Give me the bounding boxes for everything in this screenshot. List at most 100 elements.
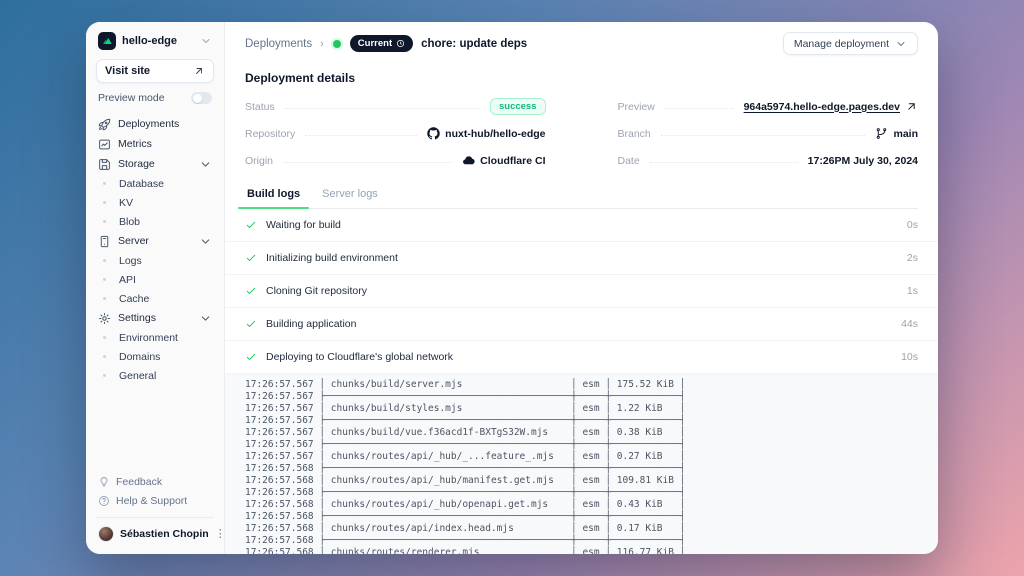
bullet-dot-icon: [103, 201, 106, 204]
status-badge: success: [490, 98, 546, 115]
check-icon: [245, 351, 257, 363]
footer-link-help-support[interactable]: Help & Support: [96, 491, 214, 510]
detail-row-repository: Repository nuxt-hub/hello-edge: [245, 120, 546, 147]
terminal-line: 17:26:57.568 │ chunks/routes/api/_hub/op…: [245, 499, 938, 511]
deployment-details-section: Deployment details Status success Previe…: [225, 63, 938, 174]
sidebar-item-deployments[interactable]: Deployments: [96, 114, 214, 134]
bullet-dot-icon: [103, 278, 106, 281]
sidebar-item-label: General: [119, 370, 156, 382]
terminal-line: 17:26:57.567 ├──────────────────────────…: [245, 415, 938, 427]
preview-mode-row: Preview mode: [96, 83, 214, 111]
date-value: 17:26PM July 30, 2024: [808, 155, 918, 167]
rocket-icon: [98, 118, 111, 131]
build-step-building-application[interactable]: Building application 44s: [225, 308, 938, 341]
sidebar-item-label: Deployments: [118, 118, 179, 130]
sidebar-item-label: API: [119, 274, 136, 286]
manage-deployment-label: Manage deployment: [794, 38, 889, 50]
sidebar-item-api[interactable]: API: [96, 270, 214, 289]
tab-build-logs[interactable]: Build logs: [245, 184, 302, 208]
dotted-leader: [665, 108, 734, 109]
sidebar-item-label: Server: [118, 235, 149, 247]
terminal-line: 17:26:57.568 │ chunks/routes/api/index.h…: [245, 523, 938, 535]
visit-site-button[interactable]: Visit site: [96, 59, 214, 83]
footer-link-feedback[interactable]: Feedback: [96, 472, 214, 491]
dotted-leader: [650, 162, 798, 163]
sidebar-item-general[interactable]: General: [96, 366, 214, 385]
current-badge-label: Current: [358, 38, 392, 49]
terminal-line: 17:26:57.567 │ chunks/build/server.mjs │…: [245, 379, 938, 391]
breadcrumb-deployments-link[interactable]: Deployments: [245, 38, 312, 50]
date-label: Date: [618, 155, 640, 167]
step-label: Cloning Git repository: [266, 285, 367, 297]
sidebar-item-label: KV: [119, 197, 133, 209]
visit-site-label: Visit site: [105, 65, 150, 77]
sidebar-item-label: Domains: [119, 351, 160, 363]
chevron-right-icon: ›: [320, 38, 324, 50]
dotted-leader: [661, 135, 866, 136]
step-duration: 44s: [901, 318, 918, 330]
detail-row-branch: Branch main: [618, 120, 919, 147]
build-step-cloning-git-repository[interactable]: Cloning Git repository1s: [225, 275, 938, 308]
footer-links: FeedbackHelp & Support: [96, 472, 214, 510]
sidebar-item-metrics[interactable]: Metrics: [96, 134, 214, 154]
terminal-line: 17:26:57.567 │ chunks/routes/api/_hub/_.…: [245, 451, 938, 463]
terminal-line: 17:26:57.568 │ chunks/routes/renderer.mj…: [245, 547, 938, 554]
git-branch-icon: [875, 127, 888, 140]
terminal-line: 17:26:57.568 │ chunks/routes/api/_hub/ma…: [245, 475, 938, 487]
sidebar-item-kv[interactable]: KV: [96, 193, 214, 212]
check-icon: [245, 285, 257, 297]
gear-icon: [98, 312, 111, 325]
chevron-down-icon: [895, 38, 907, 50]
sidebar-item-label: Database: [119, 178, 164, 190]
sidebar-item-server[interactable]: Server: [96, 231, 214, 251]
sidebar-item-label: Logs: [119, 255, 142, 267]
sidebar-item-label: Blob: [119, 216, 140, 228]
workspace-switcher[interactable]: hello-edge: [96, 30, 214, 59]
repository-label: Repository: [245, 128, 295, 140]
bullet-dot-icon: [103, 355, 106, 358]
build-step-initializing-build-environment[interactable]: Initializing build environment2s: [225, 242, 938, 275]
sidebar-item-environment[interactable]: Environment: [96, 328, 214, 347]
lightbulb-icon: [98, 476, 110, 488]
deployment-status-dot-icon: [333, 40, 341, 48]
preview-mode-toggle[interactable]: [191, 92, 212, 104]
status-label: Status: [245, 101, 275, 113]
storage-disk-icon: [98, 158, 111, 171]
terminal-line: 17:26:57.568 ├──────────────────────────…: [245, 535, 938, 547]
workspace-name: hello-edge: [122, 35, 194, 47]
terminal-line: 17:26:57.567 ├──────────────────────────…: [245, 391, 938, 403]
user-menu[interactable]: Sébastien Chopin ⋮: [96, 517, 214, 544]
sidebar-item-domains[interactable]: Domains: [96, 347, 214, 366]
detail-row-origin: Origin Cloudflare CI: [245, 147, 546, 174]
sidebar-item-cache[interactable]: Cache: [96, 289, 214, 308]
avatar: [98, 526, 114, 542]
build-step-deploying-to-cloudflare-s-global-network[interactable]: Deploying to Cloudflare's global network…: [225, 341, 938, 374]
preview-url-link[interactable]: 964a5974.hello-edge.pages.dev: [744, 101, 900, 113]
terminal-line: 17:26:57.567 │ chunks/build/vue.f36acd1f…: [245, 427, 938, 439]
current-badge: Current: [350, 35, 413, 52]
clock-circle-icon: [396, 39, 405, 48]
chevron-down-icon: [200, 35, 212, 47]
check-icon: [245, 219, 257, 231]
sidebar-item-settings[interactable]: Settings: [96, 308, 214, 328]
step-duration: 0s: [907, 219, 918, 231]
sidebar-item-database[interactable]: Database: [96, 174, 214, 193]
step-label: Waiting for build: [266, 219, 341, 231]
manage-deployment-button[interactable]: Manage deployment: [783, 32, 918, 55]
sidebar-item-storage[interactable]: Storage: [96, 154, 214, 174]
sidebar-item-logs[interactable]: Logs: [96, 251, 214, 270]
bullet-dot-icon: [103, 374, 106, 377]
user-name: Sébastien Chopin: [120, 528, 209, 540]
app-window: hello-edge Visit site Preview mode Deplo…: [86, 22, 938, 554]
chart-icon: [98, 138, 111, 151]
tab-server-logs[interactable]: Server logs: [320, 184, 380, 208]
dotted-leader: [285, 108, 480, 109]
terminal-line: 17:26:57.567 │ chunks/build/styles.mjs │…: [245, 403, 938, 415]
check-icon: [245, 252, 257, 264]
sidebar-item-blob[interactable]: Blob: [96, 212, 214, 231]
build-step-waiting-for-build[interactable]: Waiting for build 0s: [225, 209, 938, 242]
chevron-down-icon: [199, 235, 212, 248]
chevron-down-icon: [199, 312, 212, 325]
repository-value: nuxt-hub/hello-edge: [445, 128, 545, 140]
step-label: Building application: [266, 318, 356, 330]
